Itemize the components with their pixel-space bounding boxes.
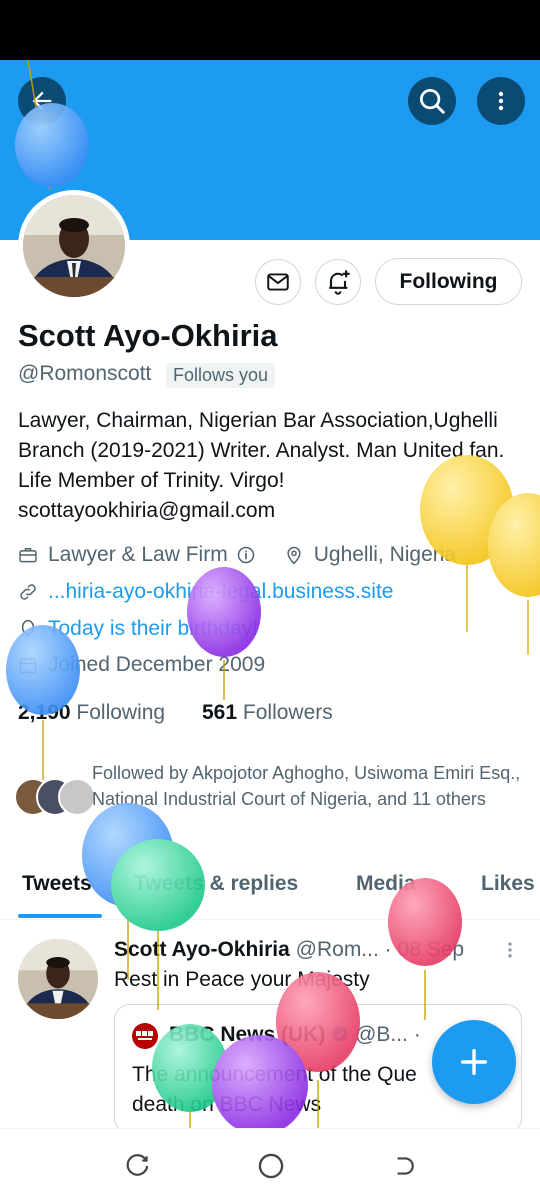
- following-count: 2,190: [18, 701, 71, 724]
- system-navigation-bar: [0, 1128, 540, 1201]
- location-text: Ughelli, Nigeria: [313, 543, 457, 566]
- tweet-more-button[interactable]: [500, 940, 520, 965]
- tweet-date: 08 Sep: [397, 938, 465, 961]
- search-icon: [420, 89, 445, 114]
- message-button[interactable]: [255, 259, 301, 305]
- bell-add-icon: [329, 270, 350, 295]
- active-tab-indicator: [18, 914, 102, 918]
- back-nav-icon: [397, 1157, 414, 1175]
- home-button[interactable]: [257, 1152, 285, 1185]
- more-vertical-icon: [498, 91, 504, 111]
- following-button[interactable]: Following: [375, 258, 522, 305]
- tweet-separator: ·: [384, 938, 392, 961]
- quoted-separator: ·: [413, 1023, 421, 1046]
- bbc-news-avatar: [132, 1023, 158, 1049]
- category-text: Lawyer & Law Firm: [48, 543, 228, 566]
- search-button[interactable]: [408, 77, 456, 125]
- home-icon: [258, 1153, 284, 1179]
- quoted-tweet-header: BBC News (UK) @B... ·: [169, 1023, 421, 1047]
- calendar-icon: [19, 657, 37, 674]
- recents-button[interactable]: [126, 1153, 152, 1184]
- back-nav-button[interactable]: [390, 1153, 416, 1184]
- website-link[interactable]: ...hiria-ayo-okhiria-legal.business.site: [48, 580, 394, 604]
- tab-divider: [0, 919, 540, 920]
- website-row: ...hiria-ayo-okhiria-legal.business.site: [18, 580, 394, 604]
- follows-you-badge: Follows you: [166, 363, 276, 388]
- birthday-text: Today is their birthday!: [48, 617, 259, 640]
- quoted-text-line2: death on BBC News: [132, 1093, 322, 1116]
- notifications-button[interactable]: [315, 259, 361, 305]
- following-stat[interactable]: 2,190 Following: [18, 701, 165, 725]
- recents-icon: [126, 1154, 149, 1176]
- quoted-handle: @B...: [355, 1023, 408, 1046]
- birthday-row: Today is their birthday!: [18, 617, 258, 641]
- followers-you-know-avatars[interactable]: [14, 778, 96, 816]
- status-bar: [0, 0, 540, 60]
- profile-name: Scott Ayo-Okhiria: [18, 318, 278, 353]
- category-row: Lawyer & Law Firm Ughelli, Nigeria: [18, 543, 456, 567]
- profile-avatar[interactable]: [18, 190, 130, 302]
- compose-tweet-button[interactable]: [432, 1020, 516, 1104]
- quoted-author: BBC News (UK): [169, 1023, 326, 1046]
- more-dots-icon: [508, 942, 512, 958]
- link-icon: [20, 584, 36, 600]
- followers-stat[interactable]: 561 Followers: [202, 701, 333, 725]
- back-arrow-icon: [32, 91, 52, 111]
- followers-count: 561: [202, 701, 238, 724]
- joined-row: Joined December 2009: [18, 653, 265, 677]
- more-options-button[interactable]: [477, 77, 525, 125]
- avatar: [58, 778, 96, 816]
- balloon-icon: [21, 619, 35, 638]
- tab-likes[interactable]: Likes: [481, 872, 535, 896]
- followers-label: Followers: [242, 701, 333, 724]
- verified-icon: [332, 1026, 348, 1042]
- tweet-text: Rest in Peace your Majesty: [114, 968, 370, 991]
- tweet-avatar[interactable]: [18, 939, 98, 1019]
- info-icon[interactable]: [236, 545, 256, 565]
- tab-tweets-replies[interactable]: Tweets & replies: [134, 872, 298, 896]
- tab-tweets[interactable]: Tweets: [22, 872, 92, 896]
- location-pin-icon: [287, 546, 301, 565]
- compose-plus-icon: [460, 1048, 488, 1076]
- tweet-author[interactable]: Scott Ayo-Okhiria: [114, 938, 290, 961]
- profile-bio: Lawyer, Chairman, Nigerian Bar Associati…: [18, 409, 505, 522]
- tweet-header: Scott Ayo-Okhiria @Rom... · 08 Sep: [114, 938, 464, 962]
- tab-media[interactable]: Media: [356, 872, 416, 896]
- profile-handle: @Romonscott: [18, 362, 152, 385]
- quoted-text-line1: The announcement of the Que: [132, 1063, 417, 1086]
- tweet-handle: @Rom...: [295, 938, 379, 961]
- following-label: Following: [76, 701, 166, 724]
- followed-by-text[interactable]: Followed by Akpojotor Aghogho, Usiwoma E…: [92, 760, 522, 812]
- briefcase-icon: [19, 548, 37, 563]
- joined-text: Joined December 2009: [48, 653, 266, 676]
- back-button[interactable]: [18, 77, 66, 125]
- mail-icon: [267, 273, 289, 291]
